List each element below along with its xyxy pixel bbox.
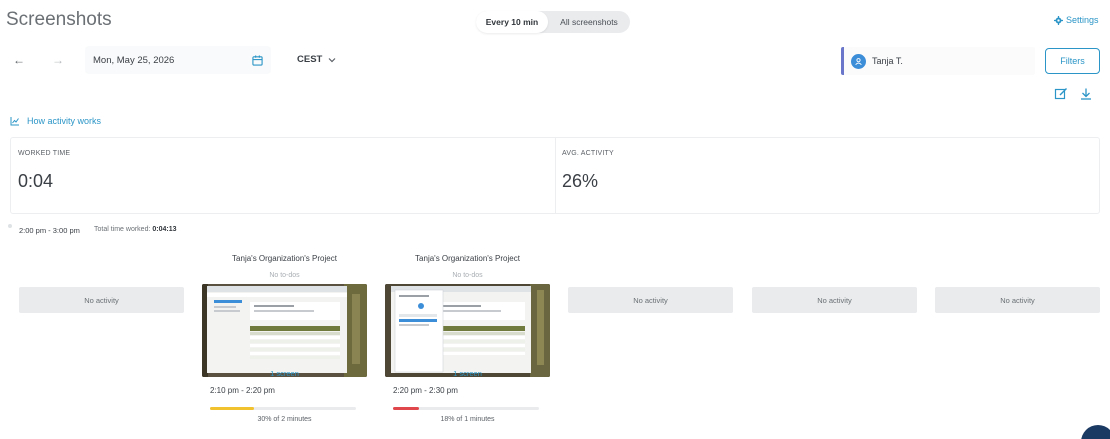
screenshot-card: Tanja's Organization's Project No to-dos bbox=[385, 250, 550, 436]
calendar-icon bbox=[252, 54, 263, 66]
view-toggle[interactable]: Every 10 min All screenshots bbox=[476, 11, 630, 33]
hour-total: Total time worked: 0:04:13 bbox=[94, 226, 177, 233]
screenshot-image bbox=[202, 284, 367, 377]
total-time-value: 0:04:13 bbox=[152, 226, 177, 233]
download-icon[interactable] bbox=[1079, 87, 1093, 101]
no-activity-slot: No activity bbox=[752, 287, 917, 313]
screens-count-link[interactable]: 1 screen bbox=[385, 369, 550, 378]
settings-link[interactable]: Settings bbox=[1054, 15, 1099, 25]
activity-bar-fill bbox=[210, 407, 254, 410]
activity-percent: 18% of 1 minutes bbox=[440, 416, 495, 423]
activity-bar bbox=[210, 407, 356, 410]
date-value: Mon, May 25, 2026 bbox=[93, 54, 175, 66]
user-name: Tanja T. bbox=[872, 56, 903, 66]
edit-icon[interactable] bbox=[1054, 87, 1068, 101]
how-activity-label: How activity works bbox=[27, 116, 102, 126]
filters-button[interactable]: Filters bbox=[1045, 48, 1100, 74]
screens-count-link[interactable]: 1 screen bbox=[202, 369, 367, 378]
chart-icon bbox=[10, 117, 19, 126]
gear-icon bbox=[1054, 15, 1063, 25]
worked-time-label: WORKED TIME bbox=[18, 150, 71, 157]
arrow-right-icon: → bbox=[52, 53, 64, 67]
screenshot-thumbnail[interactable] bbox=[202, 284, 367, 377]
avg-activity-label: AVG. ACTIVITY bbox=[562, 150, 614, 157]
screenshot-card: Tanja's Organization's Project No to-dos bbox=[202, 250, 367, 436]
page-title: Screenshots bbox=[6, 9, 112, 30]
project-name: Tanja's Organization's Project bbox=[415, 254, 520, 263]
activity-bar-fill bbox=[393, 407, 420, 410]
stats-panel: WORKED TIME 0:04 AVG. ACTIVITY 26% bbox=[10, 137, 1100, 214]
avatar bbox=[851, 53, 866, 69]
timezone-select[interactable]: CEST bbox=[297, 54, 336, 65]
avg-activity-value: 26% bbox=[562, 171, 599, 191]
user-icon bbox=[855, 57, 862, 65]
timezone-value: CEST bbox=[297, 54, 323, 65]
worked-time-stat: WORKED TIME 0:04 bbox=[11, 138, 555, 213]
no-activity-slot: No activity bbox=[19, 287, 184, 313]
slot-time: 2:20 pm - 2:30 pm bbox=[393, 386, 458, 395]
screenshot-image bbox=[385, 284, 550, 377]
next-day-button[interactable]: → bbox=[46, 48, 70, 72]
activity-percent: 30% of 2 minutes bbox=[257, 416, 312, 423]
toggle-all-screenshots[interactable]: All screenshots bbox=[548, 11, 630, 33]
settings-label: Settings bbox=[1066, 15, 1099, 25]
total-time-label: Total time worked: bbox=[94, 226, 151, 233]
arrow-left-icon: ← bbox=[13, 53, 25, 67]
todo-label: No to-dos bbox=[269, 272, 300, 279]
previous-day-button[interactable]: ← bbox=[7, 48, 31, 72]
avg-activity-stat: AVG. ACTIVITY 26% bbox=[555, 138, 1099, 213]
todo-label: No to-dos bbox=[452, 272, 483, 279]
user-select[interactable]: Tanja T. bbox=[841, 47, 1035, 75]
chevron-down-icon bbox=[328, 57, 336, 62]
slot-time: 2:10 pm - 2:20 pm bbox=[210, 386, 275, 395]
how-activity-works-link[interactable]: How activity works bbox=[10, 116, 101, 126]
timeline-dot bbox=[8, 224, 12, 228]
no-activity-slot: No activity bbox=[568, 287, 733, 313]
worked-time-value: 0:04 bbox=[18, 171, 54, 191]
hour-range: 2:00 pm - 3:00 pm bbox=[19, 226, 80, 235]
activity-bar bbox=[393, 407, 539, 410]
date-picker[interactable]: Mon, May 25, 2026 bbox=[85, 46, 271, 74]
no-activity-slot: No activity bbox=[935, 287, 1100, 313]
screenshot-thumbnail[interactable] bbox=[385, 284, 550, 377]
project-name: Tanja's Organization's Project bbox=[232, 254, 337, 263]
help-chat-button[interactable] bbox=[1081, 425, 1110, 439]
toggle-every-10-min[interactable]: Every 10 min bbox=[476, 11, 548, 33]
